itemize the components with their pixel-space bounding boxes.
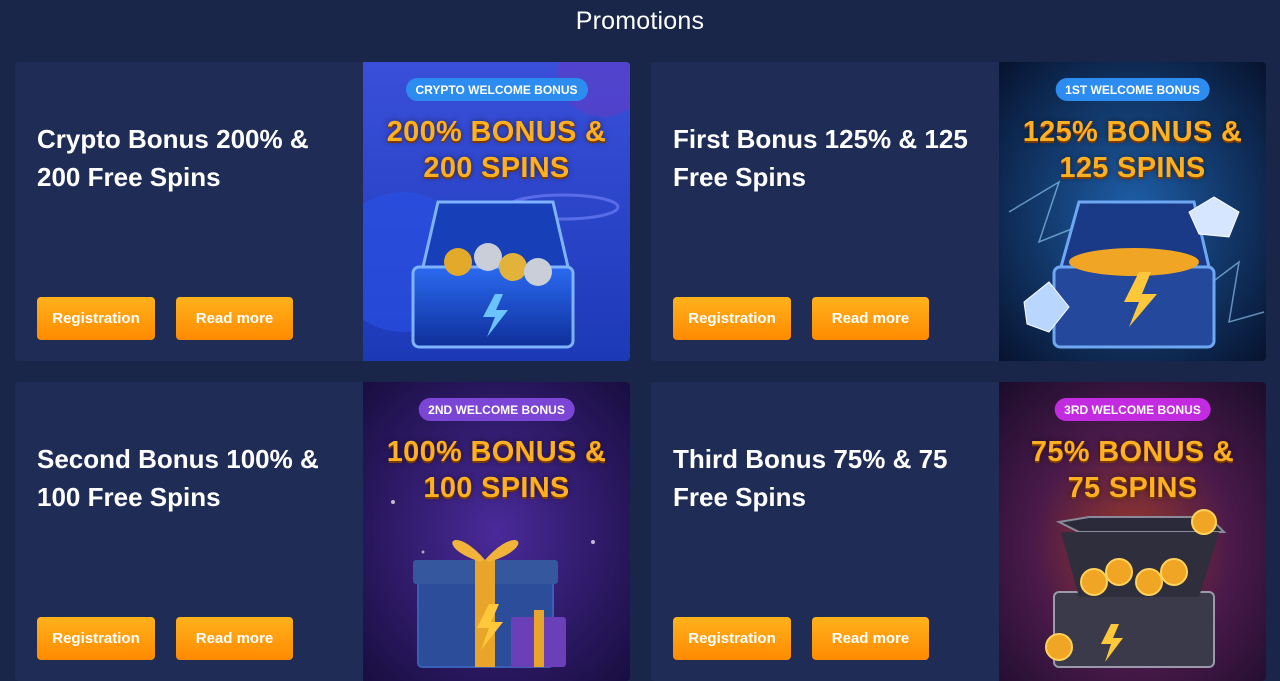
- banner-headline: 200% BONUS & 200 SPINS: [363, 114, 630, 186]
- banner-headline-line1: 200% BONUS &: [386, 116, 607, 148]
- promo-card-crypto: Crypto Bonus 200% & 200 Free Spins Regis…: [15, 62, 630, 361]
- promo-banner-image: CRYPTO WELCOME BONUS 200% BONUS & 200 SP…: [363, 62, 630, 361]
- registration-button[interactable]: Registration: [37, 617, 155, 660]
- promo-card-first: First Bonus 125% & 125 Free Spins Regist…: [651, 62, 1266, 361]
- promo-banner-image: 1ST WELCOME BONUS 125% BONUS & 125 SPINS: [999, 62, 1266, 361]
- treasure-chest-gems-image: [999, 62, 1266, 361]
- banner-headline: 75% BONUS & 75 SPINS: [999, 434, 1266, 506]
- banner-headline-line1: 125% BONUS &: [1022, 116, 1243, 148]
- bonus-badge: 3RD WELCOME BONUS: [1054, 398, 1211, 421]
- registration-button[interactable]: Registration: [673, 617, 791, 660]
- banner-headline-line2: 75 SPINS: [1067, 472, 1198, 504]
- promo-card-title: Third Bonus 75% & 75 Free Spins: [673, 444, 948, 512]
- bonus-badge: 1ST WELCOME BONUS: [1055, 78, 1210, 101]
- promo-card-title: Crypto Bonus 200% & 200 Free Spins: [37, 124, 309, 192]
- promo-card-third: Third Bonus 75% & 75 Free Spins Registra…: [651, 382, 1266, 681]
- read-more-button[interactable]: Read more: [176, 617, 293, 660]
- bonus-badge: 2ND WELCOME BONUS: [418, 398, 575, 421]
- promo-banner-image: 2ND WELCOME BONUS 100% BONUS & 100 SPINS: [363, 382, 630, 681]
- promo-card-second: Second Bonus 100% & 100 Free Spins Regis…: [15, 382, 630, 681]
- promo-card-title: Second Bonus 100% & 100 Free Spins: [37, 444, 319, 512]
- registration-button[interactable]: Registration: [37, 297, 155, 340]
- treasure-chest-coins-image: [363, 62, 630, 361]
- banner-headline-line2: 125 SPINS: [1059, 152, 1206, 184]
- read-more-button[interactable]: Read more: [812, 297, 929, 340]
- banner-headline-line2: 200 SPINS: [423, 152, 570, 184]
- banner-headline-line2: 100 SPINS: [423, 472, 570, 504]
- coin-case-image: [999, 382, 1266, 681]
- page-title: Promotions: [575, 7, 705, 35]
- banner-headline: 100% BONUS & 100 SPINS: [363, 434, 630, 506]
- read-more-button[interactable]: Read more: [176, 297, 293, 340]
- banner-headline: 125% BONUS & 125 SPINS: [999, 114, 1266, 186]
- gift-box-image: [363, 382, 630, 681]
- bonus-badge: CRYPTO WELCOME BONUS: [405, 78, 588, 101]
- read-more-button[interactable]: Read more: [812, 617, 929, 660]
- banner-headline-line1: 75% BONUS &: [1030, 436, 1235, 468]
- promotions-grid: Crypto Bonus 200% & 200 Free Spins Regis…: [15, 62, 1266, 681]
- promo-card-title: First Bonus 125% & 125 Free Spins: [673, 124, 968, 192]
- banner-headline-line1: 100% BONUS &: [386, 436, 607, 468]
- registration-button[interactable]: Registration: [673, 297, 791, 340]
- promo-banner-image: 3RD WELCOME BONUS 75% BONUS & 75 SPINS: [999, 382, 1266, 681]
